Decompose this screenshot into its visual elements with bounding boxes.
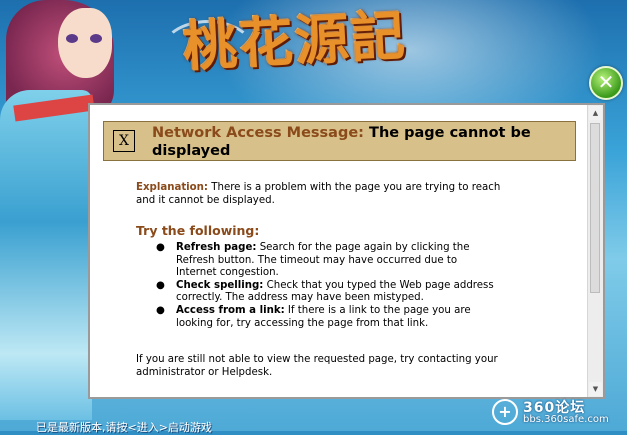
status-text: 已是最新版本,请按<进入>启动游戏: [36, 421, 212, 434]
embedded-browser-panel: X Network Access Message: The page canno…: [88, 103, 605, 399]
header-label: Network Access Message:: [152, 125, 364, 141]
item-label: Refresh page:: [176, 242, 257, 253]
footer-note: If you are still not able to view the re…: [136, 354, 498, 378]
close-icon: ✕: [597, 70, 615, 94]
list-item: ● Access from a link: If there is a link…: [156, 305, 500, 330]
explanation: Explanation: There is a problem with the…: [136, 181, 506, 207]
error-page: X Network Access Message: The page canno…: [90, 105, 588, 397]
watermark: + 360论坛 bbs.360safe.com: [492, 397, 627, 431]
item-label: Check spelling:: [176, 279, 264, 291]
scroll-thumb[interactable]: [590, 123, 600, 293]
scroll-up-icon[interactable]: ▲: [589, 106, 602, 120]
suggestion-list: ● Refresh page: Search for the page agai…: [156, 242, 500, 330]
watermark-plus-icon: +: [492, 399, 518, 425]
error-header-text: Network Access Message: The page cannot …: [152, 124, 572, 160]
game-logo: 桃花源記: [181, 3, 409, 79]
scroll-down-icon[interactable]: ▼: [589, 382, 602, 396]
try-heading: Try the following:: [136, 223, 260, 238]
close-button[interactable]: ✕: [589, 66, 623, 100]
item-label: Access from a link:: [176, 304, 285, 316]
watermark-url: bbs.360safe.com: [523, 414, 609, 425]
bullet-icon: ●: [156, 242, 165, 253]
list-item: ● Check spelling: Check that you typed t…: [156, 280, 500, 305]
character-eye: [66, 34, 78, 43]
character-dress: [0, 90, 92, 420]
list-item: ● Refresh page: Search for the page agai…: [156, 242, 500, 280]
bullet-icon: ●: [156, 279, 165, 291]
bullet-icon: ●: [156, 304, 165, 316]
character-face: [58, 8, 112, 78]
character-eye: [90, 34, 102, 43]
explanation-label: Explanation:: [136, 182, 209, 193]
error-x-icon: X: [113, 130, 135, 152]
vertical-scrollbar[interactable]: ▲ ▼: [587, 105, 603, 397]
error-header: X Network Access Message: The page canno…: [103, 121, 576, 161]
